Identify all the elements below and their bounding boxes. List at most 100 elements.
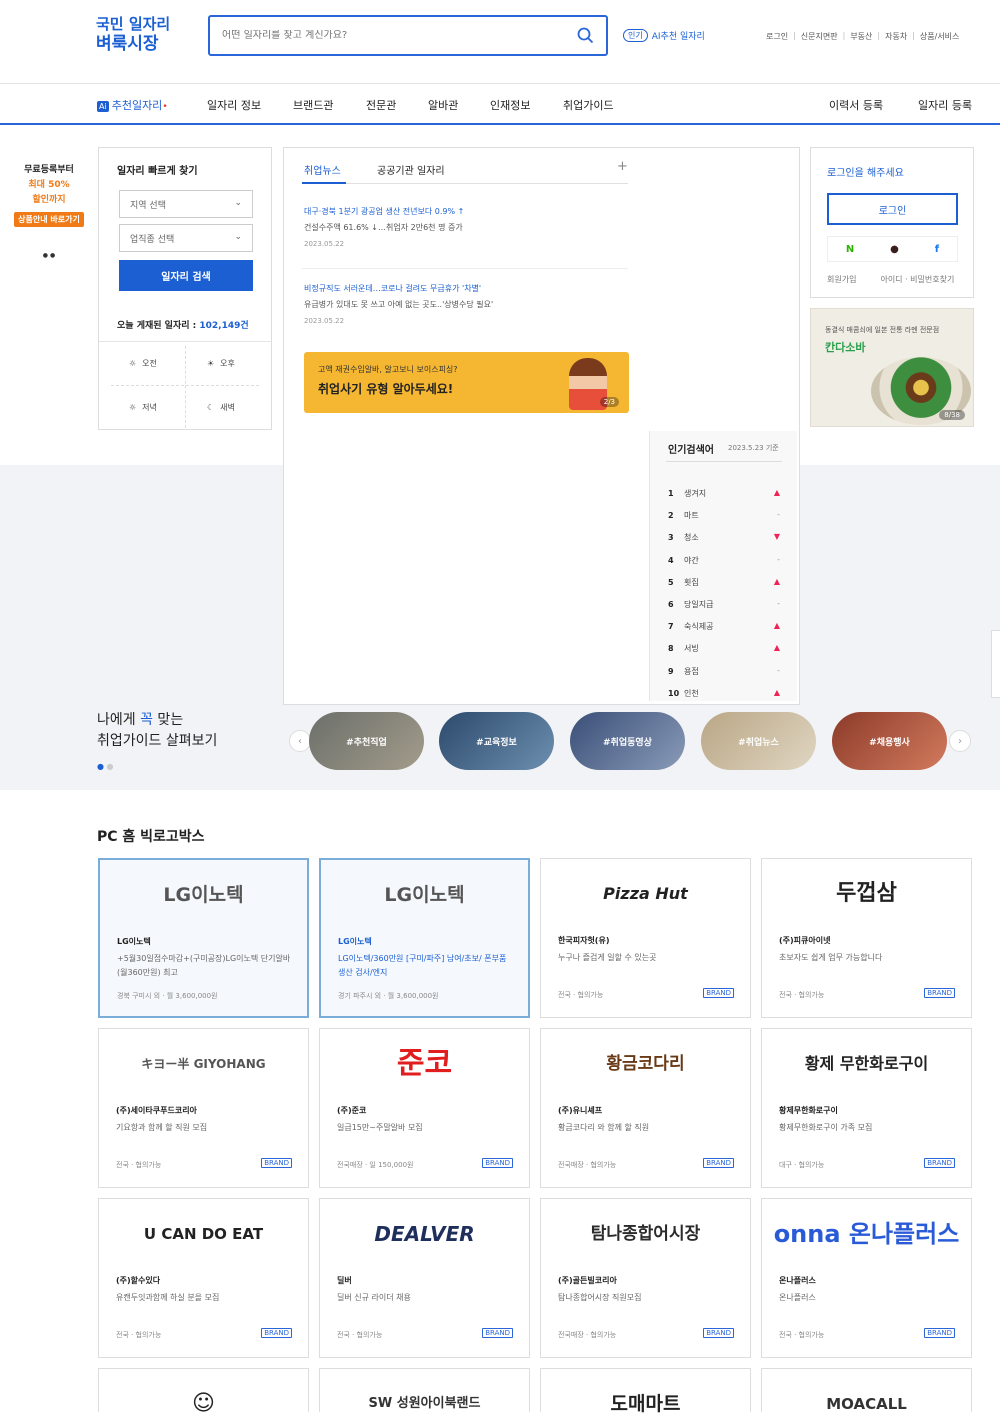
realestate-link[interactable]: 부동산 <box>850 31 872 42</box>
newspaper-link[interactable]: 신문지면판 <box>801 31 838 42</box>
time-dawn[interactable]: ☾ 새벽 <box>207 402 235 413</box>
nav-job-register[interactable]: 일자리 등록 <box>918 97 972 113</box>
find-account-link[interactable]: 아이디 · 비밀번호찾기 <box>880 274 954 285</box>
more-plus-icon[interactable]: + <box>617 159 628 174</box>
job-select[interactable]: 업직종 선택 ⌄ <box>119 224 253 252</box>
trend-icon: ▲ <box>773 687 780 697</box>
trend-icon: - <box>777 510 780 520</box>
nav-item-parttime[interactable]: 알바관 <box>428 97 458 113</box>
nav-resume-register[interactable]: 이력서 등록 <box>829 97 883 113</box>
top-links: 로그인 | 신문지면판 | 부동산 | 자동차 | 상품/서비스 <box>766 31 960 42</box>
keyword-item[interactable]: 3 청소 ▼ <box>668 532 780 543</box>
kakao-icon[interactable]: ● <box>890 244 899 255</box>
keyword-item[interactable]: 2 마트 - <box>668 510 780 521</box>
bigbox-card[interactable]: 도매마트 <box>540 1368 751 1415</box>
time-afternoon[interactable]: ☀ 오후 <box>207 358 235 369</box>
company-name: 온나플러스 <box>779 1276 816 1285</box>
bigbox-card[interactable]: DEALVER 딜버 딜버 신규 라이더 채용 전국 · 협의가능 BRAND <box>319 1198 530 1358</box>
keyword-item[interactable]: 1 생겨지 ▲ <box>668 488 780 499</box>
chevron-right-icon[interactable]: › <box>949 730 971 752</box>
nav-item-guide[interactable]: 취업가이드 <box>563 97 614 113</box>
time-evening[interactable]: ☼ 저녁 <box>129 402 157 413</box>
trend-icon: ▲ <box>773 621 780 631</box>
fraud-banner[interactable]: 고액 재권수임알바, 알고보니 보이스피싱? 취업사기 유형 알아두세요! 2/… <box>304 352 629 413</box>
bigbox-card[interactable]: ☺ <box>98 1368 309 1416</box>
bigbox-card[interactable]: 황제 무한화로구이 황제무한화로구이 황제무한화로구이 가족 모집 대구 · 협의가능… <box>761 1028 972 1188</box>
job-location-pay: 전국매장 · 일 150,000원 <box>337 1161 414 1169</box>
bigbox-card[interactable]: キヨー半 GIYOHANG (주)세이타쿠푸드코리아 기요항과 함께 할 직원 모집… <box>98 1028 309 1188</box>
keyword-item[interactable]: 6 당일지급 - <box>668 599 780 610</box>
login-link[interactable]: 로그인 <box>766 31 788 42</box>
guide-card[interactable]: #취업뉴스 <box>701 712 816 770</box>
side-ad[interactable]: 동결식 매콤쇠에 일본 전통 라멘 전문점 칸다소바 8/38 <box>810 308 974 427</box>
login-button[interactable]: 로그인 <box>827 193 958 225</box>
bigbox-card[interactable]: 준코 (주)준코 일급15만~주말알바 모집 전국매장 · 일 150,000원 BRA… <box>319 1028 530 1188</box>
job-desc: +5월30일접수마감+(구미공장)LG이노텍 단기알바(월360만원) 최고 <box>117 954 291 977</box>
keyword-item[interactable]: 8 서빙 ▲ <box>668 643 780 654</box>
guide-card[interactable]: #취업동영상 <box>570 712 685 770</box>
main-nav: Ai 추천일자리• 일자리 정보 브랜드관 전문관 알바관 인재정보 취업가이드 … <box>0 83 1000 125</box>
popular-keywords: 인기검색어 2023.5.23 기준 1 생겨지 ▲ 2 마트 - 3 청소 ▼ 4 야간 - 5 횟집 ▲… <box>649 431 797 701</box>
keyword-item[interactable]: 10 인천 ▲ <box>668 688 780 699</box>
job-select-value: 업직종 선택 <box>130 235 175 245</box>
guide-card[interactable]: #교육정보 <box>439 712 554 770</box>
logo-line1: 국민 일자리 <box>96 15 171 33</box>
guide-card[interactable]: #추천직업 <box>309 712 424 770</box>
bigbox-card[interactable]: MOACALL <box>761 1368 972 1413</box>
news-item[interactable]: 비정규직도 서러운데…코로나 걸려도 무급휴가 '차별' 유급병가 있대도 못 … <box>304 281 634 329</box>
naver-icon[interactable]: N <box>846 244 854 255</box>
guide-dots[interactable]: ● ● <box>97 762 114 771</box>
bigbox-card[interactable]: 황금코다리 (주)유니셰프 황금코다리 와 함께 할 직원 전국매장 · 협의가능 BR… <box>540 1028 751 1188</box>
brand-badge: BRAND <box>924 988 955 998</box>
promo-line3: 할인까지 <box>32 195 66 205</box>
bigbox-card[interactable]: U CAN DO EAT (주)할수있다 유캔두잇과함께 하실 분을 모집 전국 · … <box>98 1198 309 1358</box>
keyword-item[interactable]: 4 야간 - <box>668 555 780 566</box>
facebook-icon[interactable]: f <box>935 244 939 255</box>
time-morning[interactable]: ☼ 오전 <box>129 358 157 369</box>
nav-item-talent[interactable]: 인재정보 <box>490 97 530 113</box>
promo-dots[interactable]: ● ● <box>10 248 88 263</box>
company-name: 딜버 <box>337 1276 352 1285</box>
nav-item-jobs[interactable]: 일자리 정보 <box>207 97 261 113</box>
nav-item-expert[interactable]: 전문관 <box>366 97 396 113</box>
chevron-left-icon[interactable]: ‹ <box>289 730 311 752</box>
trend-icon: ▼ <box>773 532 780 542</box>
news-body: 유급병가 있대도 못 쓰고 아예 없는 곳도..'상병수당 필요' <box>304 300 494 309</box>
nav-item-brand[interactable]: 브랜드관 <box>293 97 333 113</box>
search-input[interactable] <box>222 30 552 41</box>
guide-card[interactable]: #채용행사 <box>832 712 947 770</box>
car-link[interactable]: 자동차 <box>885 31 907 42</box>
bigbox-card[interactable]: onna 온나플러스 온나플러스 온나플러스 전국 · 협의가능 BRAND <box>761 1198 972 1358</box>
company-name: (주)피큐아이넷 <box>779 936 831 945</box>
guide-line2: 취업가이드 살펴보기 <box>97 733 218 749</box>
search-box[interactable] <box>208 15 608 56</box>
ai-recommend-link[interactable]: 인기 AI추천 일자리 <box>623 29 705 42</box>
bigbox-card[interactable]: LG이노텍 LG이노텍 LG이노텍/360만원 [구미/파주] 남여/초보/ 폰부품… <box>319 858 530 1018</box>
bigbox-card[interactable]: Pizza Hut 한국피자헛(유) 누구나 즐겁게 일할 수 있는곳 전국 · 협의… <box>540 858 751 1018</box>
keyword-item[interactable]: 9 용접 - <box>668 666 780 677</box>
tab-job-news[interactable]: 취업뉴스 <box>304 162 341 177</box>
site-logo[interactable]: 국민 일자리 벼룩시장 <box>96 14 170 54</box>
news-item[interactable]: 대구·경북 1분기 광공업 생산 전년보다 0.9% ↑ 건설수주액 61.6%… <box>304 204 634 252</box>
signup-link[interactable]: 회원가입 <box>827 274 856 285</box>
job-location-pay: 경북 구미시 외 · 월 3,600,000원 <box>117 992 218 1000</box>
side-promo: 무료등록부터 최대 50% 할인까지 상품안내 바로가기 ● ● <box>10 163 88 263</box>
bigbox-card[interactable]: 두껍삼 (주)피큐아이넷 초보자도 쉽게 업무 가능합니다 전국 · 협의가능 BRAN… <box>761 858 972 1018</box>
nav-item-recommend[interactable]: Ai 추천일자리• <box>97 97 168 113</box>
promo-button[interactable]: 상품안내 바로가기 <box>14 212 84 227</box>
tab-public-jobs[interactable]: 공공기관 일자리 <box>377 162 445 177</box>
keyword-rank: 9 <box>668 666 674 676</box>
news-headline: 대구·경북 1분기 광공업 생산 전년보다 0.9% ↑ <box>304 207 465 216</box>
bigbox-card[interactable]: SW 성원아이북랜드 <box>319 1368 530 1412</box>
job-location-pay: 전국매장 · 협의가능 <box>558 1161 617 1169</box>
keyword-item[interactable]: 7 숙식제공 ▲ <box>668 621 780 632</box>
products-link[interactable]: 상품/서비스 <box>920 31 960 42</box>
bigbox-card[interactable]: 탐나종합어시장 (주)골든빌코리아 탐나종합어시장 직원모집 전국매장 · 협의가능 B… <box>540 1198 751 1358</box>
keyword-item[interactable]: 5 횟집 ▲ <box>668 577 780 588</box>
company-logo: onna 온나플러스 <box>773 1220 960 1248</box>
bigbox-card[interactable]: LG이노텍 LG이노텍 +5월30일접수마감+(구미공장)LG이노텍 단기알바(월3… <box>98 858 309 1018</box>
job-search-button[interactable]: 일자리 검색 <box>119 260 253 291</box>
search-icon[interactable] <box>577 27 594 44</box>
side-scroll-tab[interactable] <box>991 630 1000 698</box>
region-select[interactable]: 지역 선택 ⌄ <box>119 190 253 218</box>
